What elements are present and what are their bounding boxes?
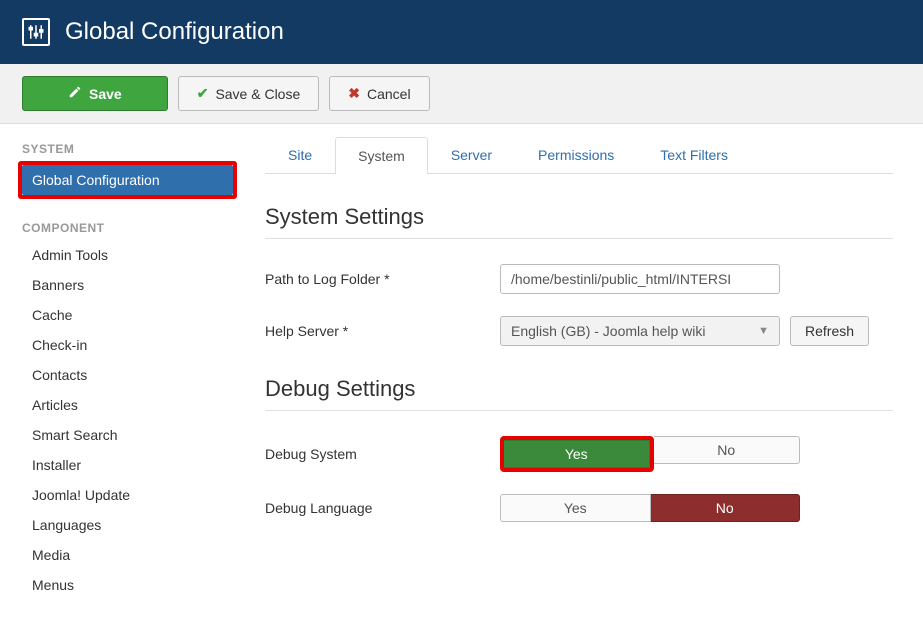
debug-system-radio: Yes No: [500, 436, 800, 472]
form-row-debug-system: Debug System Yes No: [265, 436, 893, 472]
help-server-select[interactable]: English (GB) - Joomla help wiki ▼: [500, 316, 780, 346]
tabs: Site System Server Permissions Text Filt…: [265, 136, 893, 174]
path-log-input[interactable]: [500, 264, 780, 294]
cancel-button[interactable]: ✖ Cancel: [329, 76, 429, 111]
edit-icon: [68, 85, 82, 102]
help-server-value: English (GB) - Joomla help wiki: [511, 323, 706, 339]
sidebar: SYSTEM Global Configuration COMPONENT Ad…: [0, 124, 255, 600]
sidebar-item-banners[interactable]: Banners: [22, 270, 233, 300]
debug-language-radio: Yes No: [500, 494, 800, 522]
sidebar-item-menus[interactable]: Menus: [22, 570, 233, 600]
sidebar-item-media[interactable]: Media: [22, 540, 233, 570]
save-close-label: Save & Close: [215, 86, 300, 102]
sidebar-item-installer[interactable]: Installer: [22, 450, 233, 480]
divider: [265, 410, 893, 411]
cancel-label: Cancel: [367, 86, 411, 102]
debug-language-no[interactable]: No: [651, 494, 801, 522]
equalizer-icon: [22, 18, 50, 46]
section-title-system: System Settings: [265, 204, 893, 230]
sidebar-item-admin-tools[interactable]: Admin Tools: [22, 240, 233, 270]
control-help-server: English (GB) - Joomla help wiki ▼ Refres…: [500, 316, 869, 346]
sidebar-item-global-config[interactable]: Global Configuration: [22, 165, 233, 195]
debug-system-highlight: Yes: [500, 436, 654, 472]
chevron-down-icon: ▼: [758, 325, 769, 337]
section-title-debug: Debug Settings: [265, 376, 893, 402]
refresh-button[interactable]: Refresh: [790, 316, 869, 346]
sidebar-item-checkin[interactable]: Check-in: [22, 330, 233, 360]
main-container: SYSTEM Global Configuration COMPONENT Ad…: [0, 124, 923, 600]
check-icon: ✔: [197, 85, 209, 102]
tab-text-filters[interactable]: Text Filters: [637, 136, 751, 173]
label-path-log: Path to Log Folder *: [265, 271, 500, 287]
tab-server[interactable]: Server: [428, 136, 515, 173]
debug-language-yes[interactable]: Yes: [500, 494, 651, 522]
sidebar-section-component: COMPONENT Admin Tools Banners Cache Chec…: [22, 221, 233, 600]
sidebar-highlight: Global Configuration: [18, 161, 237, 199]
label-debug-system: Debug System: [265, 446, 500, 462]
label-debug-language: Debug Language: [265, 500, 500, 516]
debug-system-no[interactable]: No: [654, 436, 801, 464]
page-header: Global Configuration: [0, 0, 923, 64]
tab-permissions[interactable]: Permissions: [515, 136, 637, 173]
page-title: Global Configuration: [65, 18, 284, 46]
toolbar: Save ✔ Save & Close ✖ Cancel: [0, 64, 923, 124]
tab-system[interactable]: System: [335, 137, 428, 174]
sidebar-item-contacts[interactable]: Contacts: [22, 360, 233, 390]
content-area: Site System Server Permissions Text Filt…: [255, 124, 923, 600]
sidebar-item-articles[interactable]: Articles: [22, 390, 233, 420]
form-row-path-log: Path to Log Folder *: [265, 264, 893, 294]
save-button[interactable]: Save: [22, 76, 168, 111]
sidebar-item-cache[interactable]: Cache: [22, 300, 233, 330]
tab-site[interactable]: Site: [265, 136, 335, 173]
control-debug-language: Yes No: [500, 494, 800, 522]
sidebar-item-languages[interactable]: Languages: [22, 510, 233, 540]
sidebar-heading-component: COMPONENT: [22, 221, 233, 235]
control-path-log: [500, 264, 780, 294]
save-close-button[interactable]: ✔ Save & Close: [178, 76, 320, 111]
label-help-server: Help Server *: [265, 323, 500, 339]
cancel-icon: ✖: [348, 85, 360, 102]
form-row-debug-language: Debug Language Yes No: [265, 494, 893, 522]
save-label: Save: [89, 86, 122, 102]
debug-system-yes[interactable]: Yes: [504, 440, 650, 468]
divider: [265, 238, 893, 239]
sidebar-item-smart-search[interactable]: Smart Search: [22, 420, 233, 450]
sidebar-item-joomla-update[interactable]: Joomla! Update: [22, 480, 233, 510]
form-row-help-server: Help Server * English (GB) - Joomla help…: [265, 316, 893, 346]
control-debug-system: Yes No: [500, 436, 800, 472]
sidebar-heading-system: SYSTEM: [22, 142, 233, 156]
